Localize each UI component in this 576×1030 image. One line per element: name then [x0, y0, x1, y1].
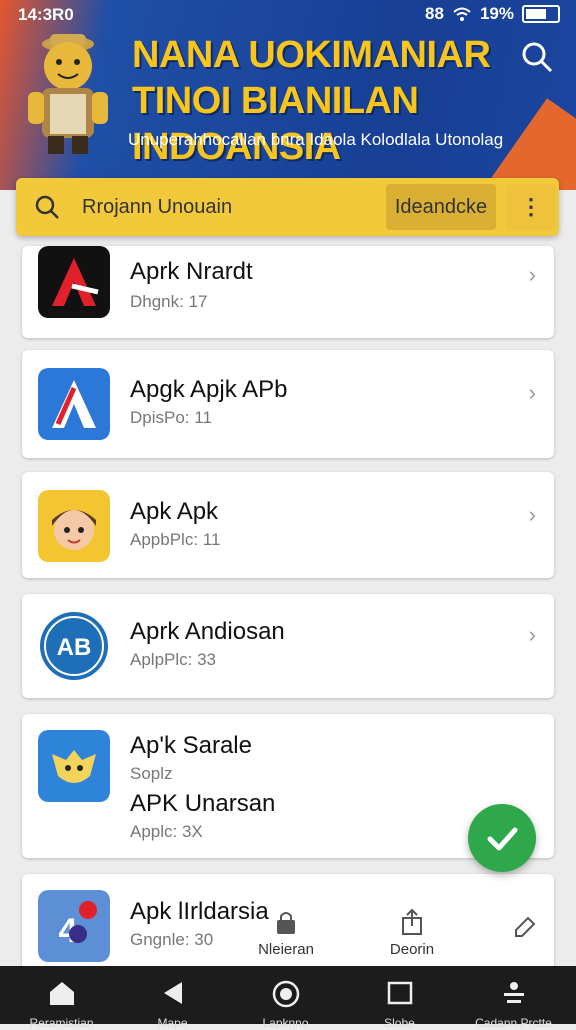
confirm-fab-button[interactable]	[468, 804, 536, 872]
nav-record[interactable]: Lapknno	[228, 966, 343, 1030]
more-options-button[interactable]: ⋮	[506, 184, 556, 230]
list-item[interactable]: AB Aprk Andiosan AplpPlc: 33 ›	[22, 594, 554, 698]
overlay-action-2[interactable]: Deorin	[382, 908, 442, 958]
nav-label: Slobe	[384, 1016, 415, 1030]
app-meta: Soplz	[130, 764, 173, 783]
app-name: Apgk Apjk APb	[130, 376, 288, 403]
search-icon	[35, 195, 59, 219]
page-subtitle: Unuperahhocallan bnra Idaola Kolodlala U…	[128, 130, 504, 149]
nav-label: Cadann Prctte	[475, 1016, 552, 1030]
list-item[interactable]: Aprk Nrardt Dhgnk: 17 ›	[22, 246, 554, 338]
home-icon	[49, 982, 74, 1005]
battery-icon	[522, 5, 560, 23]
app-icon-character	[38, 490, 110, 562]
account-icon	[503, 982, 524, 1003]
search-bar: Rrojann Unouain Ideandcke ⋮	[16, 178, 559, 236]
app-icon-ab: AB	[38, 610, 110, 682]
list-item[interactable]: Apk Apk AppbPlc: 11 ›	[22, 472, 554, 578]
app-name: Ap'k Sarale	[130, 732, 252, 759]
check-icon	[487, 827, 518, 851]
nav-window[interactable]: Slobe	[342, 966, 457, 1030]
record-icon	[272, 980, 299, 1008]
chevron-right-icon: ›	[528, 262, 536, 287]
app-meta: DpisPo: 11	[130, 408, 212, 427]
app-icon-fox	[38, 730, 110, 802]
search-icon[interactable]	[520, 40, 554, 74]
title-line-2: TINOI BIANILAN INDOANSIA	[132, 80, 419, 168]
app-header: 14:3R0 88 19% NANA UOKIMANIAR TINOI BIAN…	[0, 0, 576, 190]
app-meta: AppbPlc: 11	[130, 530, 221, 549]
share-icon	[402, 908, 422, 935]
status-time: 14:3R0	[18, 5, 74, 24]
svg-text:AB: AB	[57, 634, 92, 661]
app-name: Aprk Nrardt	[130, 258, 253, 285]
filter-button[interactable]: Ideandcke	[386, 184, 496, 230]
status-right: 88 19%	[425, 4, 560, 24]
battery-percent: 19%	[479, 4, 514, 23]
app-icon-ad: 4	[38, 890, 110, 962]
app-name: Apk Apk	[130, 498, 219, 525]
app-meta: Gngnle: 30	[130, 930, 214, 949]
title-line-1: NANA UOKIMANIAR	[132, 34, 491, 76]
mascot-logo	[28, 34, 108, 154]
app-meta: Dhgnk: 17	[130, 292, 208, 311]
app-icon-a-red	[38, 246, 110, 318]
app-name: Apk lIrldarsia	[130, 898, 269, 925]
overlay-action-1[interactable]: Nleieran	[256, 908, 316, 958]
nav-label: Mape	[157, 1016, 188, 1030]
nav-label: Reramistian	[29, 1016, 94, 1030]
signal-icon: 88	[425, 4, 444, 23]
app-name-secondary: APK Unarsan	[130, 790, 276, 817]
overlay-label-1: Nleieran	[258, 941, 314, 958]
nav-label: Lapknno	[262, 1016, 309, 1030]
overlay-label-2: Deorin	[389, 941, 435, 958]
chevron-right-icon: ›	[528, 622, 536, 647]
nav-back[interactable]: Mape	[115, 966, 230, 1030]
nav-home[interactable]: Reramistian	[4, 966, 119, 1030]
lock-icon	[277, 912, 295, 934]
app-meta-secondary: Applc: 3X	[130, 822, 203, 841]
window-icon	[387, 981, 412, 1005]
nav-account[interactable]: Cadann Prctte	[456, 966, 571, 1030]
chevron-right-icon: ›	[528, 502, 536, 527]
back-icon	[163, 982, 182, 1004]
app-meta: AplpPlc: 33	[130, 650, 216, 669]
app-name: Aprk Andiosan	[130, 618, 285, 645]
wifi-icon	[453, 7, 471, 21]
app-icon-a-blue	[38, 368, 110, 440]
search-input[interactable]: Rrojann Unouain	[82, 196, 232, 219]
bottom-nav: Reramistian Mape Lapknno Slobe Cadann Pr…	[0, 966, 576, 1030]
chevron-right-icon: ›	[528, 380, 536, 405]
list-item[interactable]: Apgk Apjk APb DpisPo: 11 ›	[22, 350, 554, 458]
status-bar: 14:3R0 88 19%	[0, 0, 576, 28]
edit-icon[interactable]	[512, 914, 538, 940]
